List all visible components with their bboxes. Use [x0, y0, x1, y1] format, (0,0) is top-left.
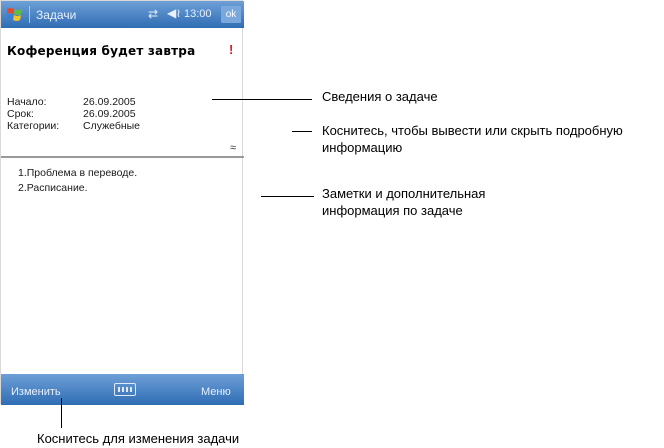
- callout-edit-task: Коснитесь для изменения задачи: [37, 431, 240, 446]
- title-bar: Задачи ⇄ ◀≀ 13:00 ok: [1, 1, 244, 28]
- leader-line-toggle: [292, 131, 312, 132]
- app-title: Задачи: [36, 8, 77, 22]
- detail-label: Начало:: [7, 96, 47, 108]
- detail-label: Срок:: [7, 108, 34, 120]
- menu-bar: Изменить Меню: [1, 374, 244, 405]
- leader-line-notes: [261, 196, 314, 197]
- task-notes[interactable]: 1.Проблема в переводе. 2.Расписание.: [18, 166, 137, 195]
- callout-notes-info: Заметки и дополнительная информация по з…: [322, 185, 485, 219]
- detail-value: 26.09.2005: [83, 96, 136, 108]
- priority-icon: !: [229, 42, 234, 57]
- note-line: 1.Проблема в переводе.: [18, 167, 138, 179]
- keyboard-icon[interactable]: [114, 383, 136, 396]
- menu-softkey[interactable]: Меню: [201, 386, 231, 398]
- detail-label: Категории:: [7, 120, 60, 132]
- callout-line: Заметки и дополнительная: [322, 186, 486, 201]
- title-separator: [29, 6, 30, 23]
- clock[interactable]: 13:00: [184, 8, 212, 20]
- leader-line-edit: [61, 398, 62, 428]
- task-title: Коференция будет завтра: [7, 44, 196, 58]
- detail-value: 26.09.2005: [83, 108, 136, 120]
- collapse-toggle-icon[interactable]: ≈: [230, 142, 236, 154]
- callout-line: информацию: [322, 140, 403, 155]
- windows-flag-icon[interactable]: [6, 6, 24, 22]
- connectivity-icon[interactable]: ⇄: [148, 7, 158, 21]
- edit-softkey[interactable]: Изменить: [11, 386, 61, 398]
- speaker-icon[interactable]: ◀≀: [167, 6, 181, 20]
- callout-toggle-details: Коснитесь, чтобы вывести или скрыть подр…: [322, 122, 623, 156]
- details-divider: [1, 156, 244, 158]
- leader-line-task-info: [212, 99, 312, 100]
- callout-task-info: Сведения о задаче: [322, 89, 438, 104]
- callout-line: Коснитесь, чтобы вывести или скрыть подр…: [322, 123, 623, 138]
- detail-value: Служебные: [83, 120, 141, 132]
- ok-button[interactable]: ok: [221, 6, 241, 23]
- note-line: 2.Расписание.: [18, 181, 88, 194]
- callout-line: информация по задаче: [322, 203, 463, 218]
- pocketpc-screen: Задачи ⇄ ◀≀ 13:00 ok Коференция будет за…: [0, 0, 244, 405]
